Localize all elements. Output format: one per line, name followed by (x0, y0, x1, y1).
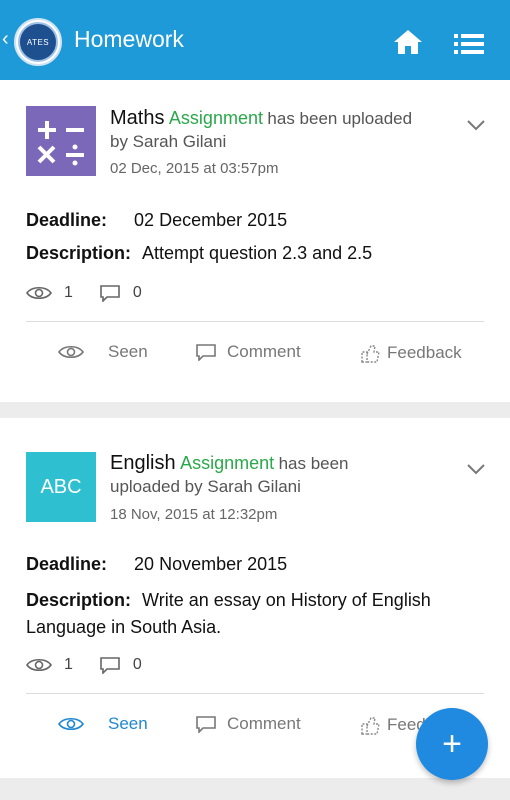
uploaded-by: uploaded by Sarah Gilani (110, 477, 301, 496)
deadline-row: Deadline: 02 December 2015 (26, 210, 287, 231)
feedback-icon (361, 345, 380, 363)
post-stats: 1 0 (26, 284, 142, 302)
homework-card: Maths Assignment has been uploaded by Sa… (0, 80, 510, 402)
deadline-value: 20 November 2015 (134, 554, 288, 574)
comment-button[interactable]: Comment (195, 342, 301, 362)
uploaded-text: has been (278, 454, 349, 473)
deadline-label: Deadline: (26, 210, 108, 230)
comment-count: 0 (132, 656, 142, 673)
app-bar: ‹ ATES Homework (0, 0, 510, 80)
description-row: Description: Write an essay on History o… (26, 587, 431, 641)
post-stats: 1 0 (26, 656, 142, 674)
feedback-label: Feedback (387, 343, 462, 362)
deadline-row: Deadline: 20 November 2015 (26, 554, 287, 575)
view-count: 1 (64, 284, 73, 301)
description-label: Description: (26, 590, 132, 610)
comment-bubble-icon (196, 716, 216, 733)
page-title: Homework (74, 26, 184, 52)
post-date: 02 Dec, 2015 at 03:57pm (110, 160, 279, 177)
logo-text: ATES (18, 22, 58, 62)
description-value: Write an essay on History of English (142, 590, 431, 610)
uploaded-text: has been uploaded (267, 109, 413, 128)
eye-icon (26, 658, 52, 672)
subject-name: Maths (110, 107, 165, 129)
comment-button[interactable]: Comment (195, 714, 301, 734)
post-headline: English Assignment has been uploaded by … (110, 452, 450, 499)
eye-icon (26, 286, 52, 300)
feedback-button[interactable]: Feedback (359, 342, 462, 364)
post-date: 18 Nov, 2015 at 12:32pm (110, 506, 278, 523)
post-type[interactable]: Assignment (180, 453, 274, 473)
subject-name: English (110, 452, 176, 474)
description-row: Description: Attempt question 2.3 and 2.… (26, 243, 372, 264)
comment-bubble-icon (196, 344, 216, 361)
maths-thumbnail (26, 106, 96, 176)
add-fab-button[interactable]: + (416, 708, 488, 780)
comment-label: Comment (227, 714, 301, 733)
post-type[interactable]: Assignment (169, 108, 263, 128)
seen-button[interactable]: Seen (58, 342, 148, 362)
description-value-cont: Language in South Asia. (26, 617, 222, 637)
math-operators-icon (37, 121, 84, 166)
seen-label: Seen (108, 342, 148, 361)
uploaded-by: by Sarah Gilani (110, 132, 227, 151)
divider (26, 321, 484, 322)
chevron-down-icon[interactable] (466, 462, 486, 476)
description-value: Attempt question 2.3 and 2.5 (142, 243, 373, 263)
seen-button[interactable]: Seen (58, 714, 148, 734)
school-logo: ATES (14, 18, 62, 66)
post-headline: Maths Assignment has been uploaded by Sa… (110, 107, 450, 154)
comment-count: 0 (132, 284, 142, 301)
divider (26, 693, 484, 694)
plus-icon: + (442, 724, 462, 763)
back-chevron-icon[interactable]: ‹ (2, 28, 9, 51)
view-count: 1 (64, 656, 73, 673)
eye-icon (58, 717, 84, 731)
feedback-icon (361, 717, 380, 735)
home-icon[interactable] (392, 28, 424, 56)
english-thumbnail: ABC (26, 452, 96, 522)
comment-label: Comment (227, 342, 301, 361)
deadline-label: Deadline: (26, 554, 108, 574)
deadline-value: 02 December 2015 (134, 210, 288, 230)
chevron-down-icon[interactable] (466, 118, 486, 132)
seen-label: Seen (108, 714, 148, 733)
comment-bubble-icon (100, 285, 120, 302)
eye-icon (58, 345, 84, 359)
comment-bubble-icon (100, 657, 120, 674)
description-label: Description: (26, 243, 132, 263)
list-menu-icon[interactable] (454, 32, 484, 56)
